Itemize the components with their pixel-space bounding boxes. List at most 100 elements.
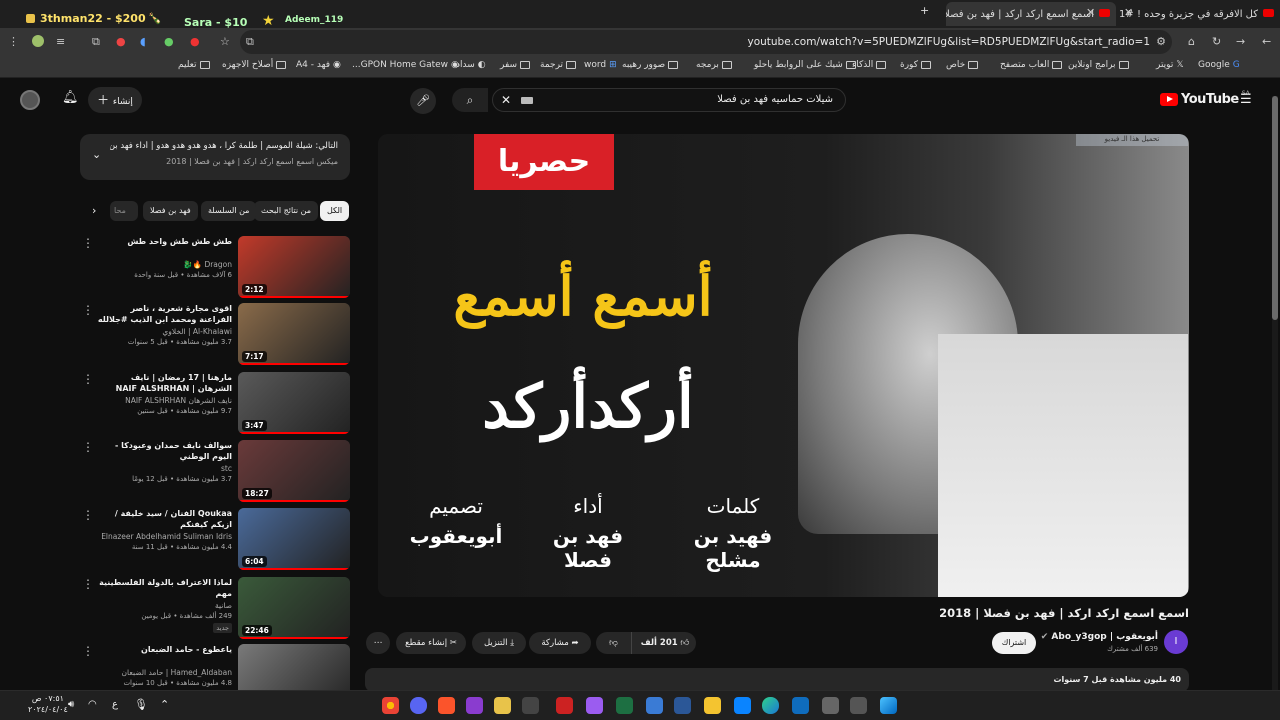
bookmark-folder[interactable]: أصلاح الاجهزه bbox=[222, 60, 287, 70]
app-icon[interactable] bbox=[586, 697, 603, 714]
chevron-down-icon[interactable]: ⌄ bbox=[92, 148, 101, 161]
bookmark-link[interactable]: ◉ GPON Home Gatew... bbox=[352, 60, 459, 70]
back-icon[interactable]: ← bbox=[1262, 35, 1271, 49]
bookmark-twitter[interactable]: 𝕏 تويتر bbox=[1156, 60, 1184, 70]
omnibox[interactable]: youtube.com/watch?v=5PUEDMZlFUg&list=RD5… bbox=[220, 30, 1172, 54]
recommendation-item[interactable]: 6:04 Qoukaa الفنان / سيد خليفة / ازيكم كي… bbox=[78, 508, 350, 570]
bookmark-star-icon[interactable]: ☆ bbox=[220, 35, 230, 49]
chip-channel[interactable]: فهد بن فصلا bbox=[143, 201, 198, 221]
app-icon[interactable] bbox=[556, 697, 573, 714]
chip-all[interactable]: الكل bbox=[320, 201, 350, 221]
create-button[interactable]: ＋ إنشاء bbox=[88, 87, 142, 113]
extension-icon[interactable]: ◖ bbox=[140, 35, 146, 49]
app-icon[interactable] bbox=[494, 697, 511, 714]
tab-3[interactable] bbox=[944, 2, 1004, 26]
more-options-icon[interactable]: ⋮ bbox=[82, 441, 94, 453]
subscribe-button[interactable]: اشتراك bbox=[992, 632, 1036, 654]
clip-button[interactable]: ✂ إنشاء مقطع bbox=[396, 632, 466, 654]
share-button[interactable]: ➦ مشاركة bbox=[529, 632, 591, 654]
close-tab-icon[interactable]: ✕ bbox=[1124, 6, 1133, 19]
video-player[interactable]: حصريا أسمع أسمع أركدأركد كلمات فهيد بن م… bbox=[378, 134, 1189, 597]
edge-icon[interactable] bbox=[762, 697, 779, 714]
file-explorer-icon[interactable] bbox=[704, 697, 721, 714]
scrollbar-thumb[interactable] bbox=[1272, 96, 1278, 320]
bookmark-folder[interactable]: برامج اونلاين bbox=[1068, 60, 1129, 70]
chip-more[interactable]: محا bbox=[110, 201, 138, 221]
app-icon[interactable] bbox=[466, 697, 483, 714]
bookmark-link[interactable]: ◉ فهد - A4 bbox=[296, 60, 341, 70]
bookmark-folder[interactable]: صوور رهيبه bbox=[622, 60, 679, 70]
volume-icon[interactable]: 🔊︎ bbox=[68, 699, 74, 710]
extension-icon[interactable]: ● bbox=[164, 35, 174, 49]
word-icon[interactable] bbox=[674, 697, 691, 714]
clear-search-icon[interactable]: ✕ bbox=[501, 93, 511, 107]
tab-1[interactable]: كل الافرقه في جزيرة وحده ! #1 - ✕ bbox=[1118, 2, 1280, 26]
discord-icon[interactable] bbox=[410, 697, 427, 714]
video-thumbnail[interactable]: 6:04 bbox=[238, 508, 350, 570]
reload-icon[interactable]: ↻ bbox=[1212, 35, 1221, 49]
more-options-icon[interactable]: ⋮ bbox=[82, 373, 94, 385]
app-icon[interactable] bbox=[734, 697, 751, 714]
bookmark-google[interactable]: G Google bbox=[1198, 60, 1240, 70]
channel-name[interactable]: أبويعقوب | Abo_y3gop ✔ bbox=[1030, 632, 1158, 642]
menu-dots-icon[interactable]: ⋮ bbox=[8, 35, 19, 49]
close-tab-icon[interactable]: ✕ bbox=[1086, 6, 1095, 19]
more-options-icon[interactable]: ⋮ bbox=[82, 304, 94, 316]
more-options-icon[interactable]: ⋮ bbox=[82, 645, 94, 657]
reading-list-icon[interactable]: ≡ bbox=[56, 35, 65, 49]
chrome-icon[interactable] bbox=[382, 697, 399, 714]
video-thumbnail[interactable]: 3:47 bbox=[238, 372, 350, 434]
app-icon[interactable] bbox=[646, 697, 663, 714]
extension-icon[interactable]: ● bbox=[190, 35, 200, 49]
bookmark-word[interactable]: ⊞ word bbox=[584, 60, 617, 70]
video-thumbnail[interactable]: 2:12 bbox=[238, 236, 350, 298]
site-settings-icon[interactable]: ⚙ bbox=[1156, 35, 1166, 49]
excel-icon[interactable] bbox=[616, 697, 633, 714]
bookmark-folder[interactable]: كورة bbox=[900, 60, 931, 70]
search-input[interactable]: شيلات حماسيه فهد بن فصلا ✕ bbox=[492, 88, 846, 112]
more-options-icon[interactable]: ⋮ bbox=[82, 237, 94, 249]
search-button[interactable]: ⌕ bbox=[452, 88, 488, 112]
extension-icon[interactable]: ● bbox=[116, 35, 126, 49]
bookmark-folder[interactable]: العاب متصفح bbox=[1000, 60, 1063, 70]
video-thumbnail[interactable]: 18:27 bbox=[238, 440, 350, 502]
microphone-icon[interactable]: 🎙︎ bbox=[134, 698, 148, 711]
brave-icon[interactable] bbox=[438, 697, 455, 714]
task-view-icon[interactable] bbox=[822, 697, 839, 714]
avatar[interactable]: I bbox=[1164, 630, 1188, 654]
network-icon[interactable]: ◠ bbox=[88, 699, 97, 710]
bookmark-folder[interactable]: الذكاء bbox=[852, 60, 887, 70]
bookmark-folder[interactable]: سفر bbox=[500, 60, 531, 70]
more-options-icon[interactable]: ⋮ bbox=[82, 578, 94, 590]
profile-icon[interactable] bbox=[32, 35, 44, 47]
windows-start-icon[interactable] bbox=[880, 697, 897, 714]
bookmark-folder[interactable]: ترجمة bbox=[540, 60, 577, 70]
bookmark-folder[interactable]: برمجه bbox=[696, 60, 732, 70]
chevron-up-icon[interactable]: ⌃ bbox=[160, 698, 169, 711]
extensions-icon[interactable]: ⧉ bbox=[92, 35, 100, 49]
like-button[interactable]: 👍︎ 201 ألف bbox=[634, 632, 696, 654]
video-thumbnail[interactable]: 22:46 bbox=[238, 577, 350, 639]
download-overlay[interactable]: تحميل هذا الـ فيديو bbox=[1076, 134, 1188, 146]
store-icon[interactable] bbox=[522, 697, 539, 714]
chevron-right-icon[interactable]: › bbox=[92, 204, 96, 217]
recommendation-item[interactable]: 2:12 طش طش طش واحد طش Dragon 🔥🐉 6 آلاف مشاه… bbox=[78, 236, 350, 298]
home-icon[interactable]: ⌂ bbox=[1188, 35, 1195, 49]
search-icon[interactable] bbox=[850, 697, 867, 714]
video-thumbnail[interactable]: 7:17 bbox=[238, 303, 350, 365]
hamburger-menu-icon[interactable]: ☰ bbox=[1240, 92, 1252, 107]
bookmark-folder[interactable]: تعليم bbox=[178, 60, 210, 70]
more-actions-button[interactable]: ⋯ bbox=[366, 632, 390, 654]
recommendation-item[interactable]: 3:47 مارهنا | 17 رمضان | نايف الشرهان | N… bbox=[78, 372, 350, 434]
download-button[interactable]: ⤓ التنزيل bbox=[472, 632, 526, 654]
input-language[interactable]: ع bbox=[112, 699, 118, 710]
up-next-box[interactable]: التالي: شيلة الموسم | طلمة كرا ، هدو هدو… bbox=[80, 134, 350, 180]
forward-icon[interactable]: → bbox=[1236, 35, 1245, 49]
recommendation-item[interactable]: 7:17 اقوى مجارة شعرية ، ناصر الفراعنة ومح… bbox=[78, 303, 350, 365]
description-box[interactable]: 40 مليون مشاهدة قبل 7 سنوات bbox=[365, 668, 1189, 692]
bookmark-folder[interactable]: خاص bbox=[946, 60, 979, 70]
clock[interactable]: ٠٧:٥١ ص ٢٠٢٤/٠٤/٠٤ bbox=[28, 693, 68, 715]
more-options-icon[interactable]: ⋮ bbox=[82, 509, 94, 521]
dislike-button[interactable]: 👎︎ bbox=[596, 632, 632, 654]
new-tab-icon[interactable]: + bbox=[920, 4, 929, 17]
